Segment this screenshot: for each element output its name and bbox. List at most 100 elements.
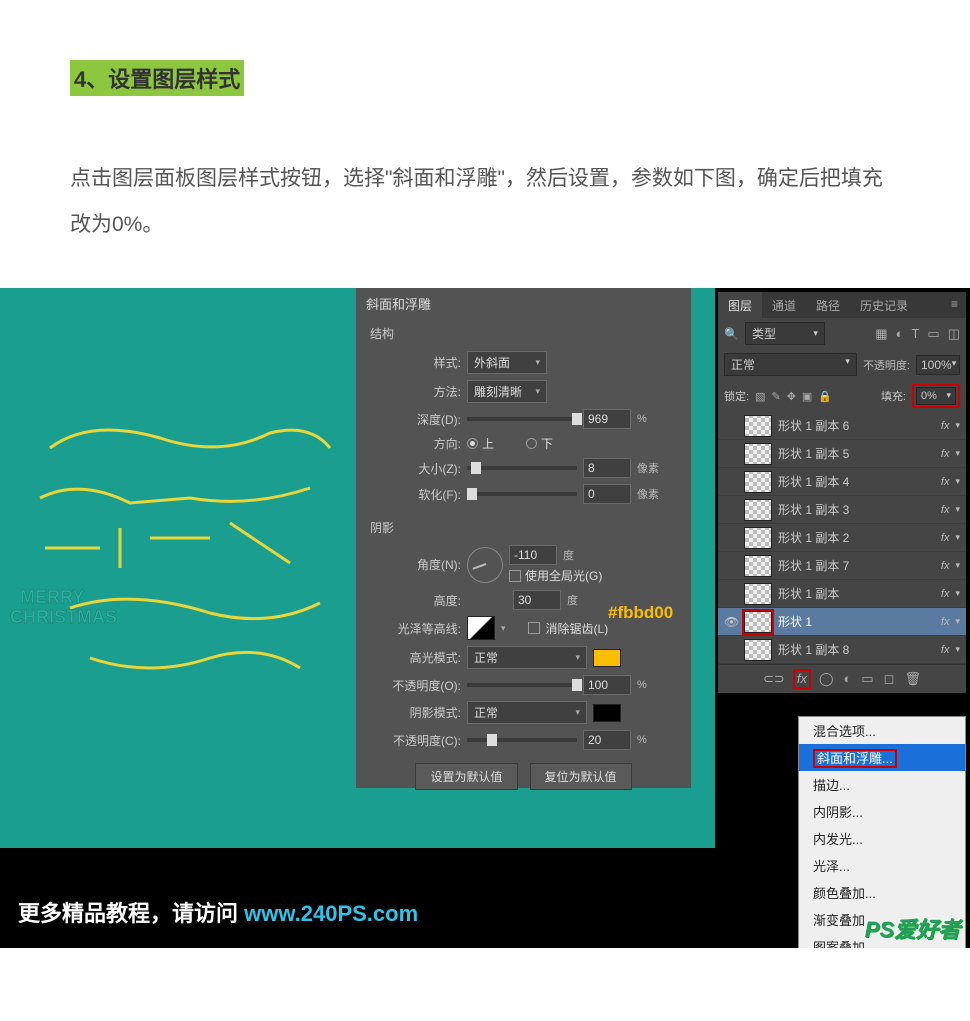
fx-menu-item[interactable]: 描边... xyxy=(799,771,965,798)
chevron-down-icon[interactable]: ▾ xyxy=(955,560,960,571)
layer-thumbnail[interactable] xyxy=(744,527,772,549)
fx-menu-item[interactable]: 内阴影... xyxy=(799,798,965,825)
shadow-opacity-label: 不透明度(C): xyxy=(366,732,461,749)
new-layer-icon[interactable]: ◻ xyxy=(884,671,895,687)
lock-move-icon[interactable]: ✥ xyxy=(787,390,796,403)
blend-mode-dropdown[interactable]: 正常▾ xyxy=(724,353,857,376)
chevron-down-icon[interactable]: ▾ xyxy=(955,644,960,655)
layer-name: 形状 1 副本 6 xyxy=(778,417,935,434)
layer-row[interactable]: 形状 1 副本 2fx▾ xyxy=(718,524,966,552)
soften-slider[interactable] xyxy=(467,492,577,496)
direction-down-radio[interactable]: 下 xyxy=(526,435,553,452)
chevron-down-icon[interactable]: ▾ xyxy=(955,504,960,515)
layer-thumbnail[interactable] xyxy=(744,415,772,437)
shadow-mode-dropdown[interactable]: 正常▾ xyxy=(467,701,587,724)
altitude-input[interactable] xyxy=(513,590,561,610)
chevron-down-icon[interactable]: ▾ xyxy=(955,420,960,431)
style-dropdown[interactable]: 外斜面▾ xyxy=(467,351,547,374)
shadow-color-swatch[interactable] xyxy=(593,704,621,722)
chevron-down-icon[interactable]: ▾ xyxy=(955,448,960,459)
new-group-icon[interactable]: ▭ xyxy=(861,671,873,687)
global-light-checkbox[interactable] xyxy=(509,570,521,582)
fx-menu-item[interactable]: 光泽... xyxy=(799,852,965,879)
layer-thumbnail[interactable] xyxy=(744,471,772,493)
filter-type-dropdown[interactable]: 类型▾ xyxy=(745,322,825,345)
layer-thumbnail[interactable] xyxy=(744,639,772,661)
delete-layer-icon[interactable]: 🗑 xyxy=(904,671,921,687)
depth-unit: % xyxy=(637,413,647,425)
chevron-down-icon[interactable]: ▾ xyxy=(955,616,960,627)
layer-thumbnail[interactable] xyxy=(744,499,772,521)
layer-row[interactable]: 形状 1 副本 7fx▾ xyxy=(718,552,966,580)
layer-fx-icon[interactable]: fx xyxy=(795,671,809,687)
layer-mask-icon[interactable]: ◯ xyxy=(819,671,834,687)
filter-adjust-icon[interactable]: ◐ xyxy=(896,326,904,342)
layer-row[interactable]: 形状 1 副本 8fx▾ xyxy=(718,636,966,664)
chevron-down-icon[interactable]: ▾ xyxy=(955,588,960,599)
angle-input[interactable] xyxy=(509,545,557,565)
tab-history[interactable]: 历史记录 xyxy=(850,292,918,318)
shadow-opacity-input[interactable] xyxy=(583,730,631,750)
shadow-opacity-slider[interactable] xyxy=(467,738,577,742)
tab-channels[interactable]: 通道 xyxy=(762,292,806,318)
lock-paint-icon[interactable]: ✎ xyxy=(771,390,780,403)
soften-label: 软化(F): xyxy=(366,486,461,503)
fx-menu-item[interactable]: 斜面和浮雕... xyxy=(799,744,965,771)
layer-fx-badge: fx xyxy=(941,644,950,656)
size-slider[interactable] xyxy=(467,466,577,470)
altitude-label: 高度: xyxy=(366,592,461,609)
layer-name: 形状 1 xyxy=(778,613,935,630)
fx-menu-item[interactable]: 内发光... xyxy=(799,825,965,852)
layer-row[interactable]: 👁形状 1fx▾ xyxy=(718,608,966,636)
layer-row[interactable]: 形状 1 副本 3fx▾ xyxy=(718,496,966,524)
reset-default-button[interactable]: 复位为默认值 xyxy=(530,763,632,790)
layer-thumbnail[interactable] xyxy=(744,611,772,633)
highlight-color-swatch[interactable] xyxy=(593,649,621,667)
size-input[interactable] xyxy=(583,458,631,478)
tab-layers[interactable]: 图层 xyxy=(718,292,762,318)
lock-artboard-icon[interactable]: ▣ xyxy=(802,390,812,403)
chevron-down-icon[interactable]: ▾ xyxy=(955,476,960,487)
adjustment-layer-icon[interactable]: ◐ xyxy=(844,671,852,687)
highlight-mode-dropdown[interactable]: 正常▾ xyxy=(467,646,587,669)
lock-all-icon[interactable]: 🔒 xyxy=(818,390,832,403)
layer-row[interactable]: 形状 1 副本 5fx▾ xyxy=(718,440,966,468)
layer-thumbnail[interactable] xyxy=(744,583,772,605)
layer-thumbnail[interactable] xyxy=(744,443,772,465)
fx-menu-item[interactable]: 颜色叠加... xyxy=(799,879,965,906)
lock-transparent-icon[interactable]: ▧ xyxy=(755,390,765,403)
depth-label: 深度(D): xyxy=(366,411,461,428)
antialias-checkbox[interactable] xyxy=(528,622,540,634)
fill-input[interactable]: 0%▾ xyxy=(916,387,956,405)
layer-visibility-icon[interactable]: 👁 xyxy=(724,615,738,629)
link-layers-icon[interactable]: ⊂⊃ xyxy=(763,671,785,687)
tab-paths[interactable]: 路径 xyxy=(806,292,850,318)
gloss-contour-picker[interactable] xyxy=(467,616,495,640)
soften-input[interactable] xyxy=(583,484,631,504)
fill-label: 填充: xyxy=(881,388,906,404)
filter-shape-icon[interactable]: ▭ xyxy=(927,326,939,342)
depth-slider[interactable] xyxy=(467,417,577,421)
opacity-input[interactable]: 100%▾ xyxy=(916,355,960,375)
svg-text:MERRY: MERRY xyxy=(20,587,84,607)
depth-input[interactable] xyxy=(583,409,631,429)
method-dropdown[interactable]: 雕刻清晰▾ xyxy=(467,380,547,403)
chevron-down-icon[interactable]: ▾ xyxy=(955,532,960,543)
filter-type-icon[interactable]: T xyxy=(911,326,919,342)
layer-row[interactable]: 形状 1 副本fx▾ xyxy=(718,580,966,608)
layer-row[interactable]: 形状 1 副本 4fx▾ xyxy=(718,468,966,496)
filter-smart-icon[interactable]: ◫ xyxy=(948,326,960,342)
layer-row[interactable]: 形状 1 副本 6fx▾ xyxy=(718,412,966,440)
layer-thumbnail[interactable] xyxy=(744,555,772,577)
angle-control[interactable] xyxy=(467,547,503,583)
panel-menu-icon[interactable]: ≡ xyxy=(943,292,966,318)
highlight-opacity-input[interactable] xyxy=(583,675,631,695)
filter-pixel-icon[interactable]: ▦ xyxy=(875,326,887,342)
direction-up-radio[interactable]: 上 xyxy=(467,435,494,452)
fx-menu-item[interactable]: 混合选项... xyxy=(799,717,965,744)
soften-unit: 像素 xyxy=(637,486,659,502)
make-default-button[interactable]: 设置为默认值 xyxy=(415,763,517,790)
footer-text: 更多精品教程，请访问 www.240PS.com xyxy=(18,896,418,928)
size-label: 大小(Z): xyxy=(366,460,461,477)
highlight-opacity-slider[interactable] xyxy=(467,683,577,687)
